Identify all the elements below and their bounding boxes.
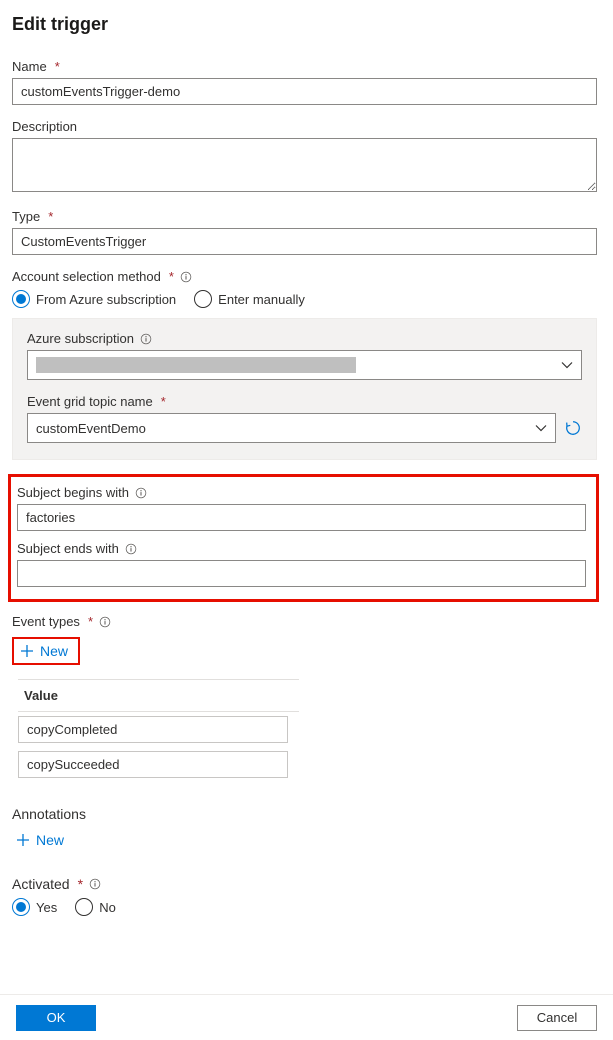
info-icon[interactable] [135,487,147,499]
activated-no-radio[interactable]: No [75,898,116,916]
event-grid-topic-value: customEventDemo [36,421,146,436]
name-input[interactable] [12,78,597,105]
info-icon[interactable] [140,333,152,345]
required-asterisk: * [78,876,83,892]
annotations-label: Annotations [12,806,597,822]
required-asterisk: * [48,209,53,224]
event-types-column-header: Value [18,680,299,712]
name-label: Name* [12,59,597,74]
plus-icon [20,644,34,658]
redacted-text [36,357,356,373]
azure-subscription-label: Azure subscription [27,331,582,346]
required-asterisk: * [161,394,166,409]
subject-begins-with-label: Subject begins with [17,485,586,500]
radio-label: Enter manually [218,292,305,307]
chevron-down-icon [535,422,547,434]
radio-label: Yes [36,900,57,915]
event-grid-topic-label: Event grid topic name* [27,394,582,409]
description-label: Description [12,119,597,134]
info-icon[interactable] [99,616,111,628]
radio-selected-icon [12,290,30,308]
add-annotation-button[interactable]: New [12,828,72,852]
radio-selected-icon [12,898,30,916]
required-asterisk: * [169,269,174,284]
type-input [12,228,597,255]
activated-label: Activated* [12,876,597,892]
subject-ends-with-label: Subject ends with [17,541,586,556]
azure-subscription-dropdown[interactable] [27,350,582,380]
subject-begins-with-input[interactable] [17,504,586,531]
event-types-table: Value [18,679,299,782]
chevron-down-icon [561,359,573,371]
required-asterisk: * [88,614,93,629]
refresh-icon[interactable] [564,419,582,437]
required-asterisk: * [55,59,60,74]
info-icon[interactable] [89,878,101,890]
info-icon[interactable] [180,271,192,283]
account-selection-from-subscription-radio[interactable]: From Azure subscription [12,290,176,308]
add-event-type-label: New [40,643,68,659]
info-icon[interactable] [125,543,137,555]
footer: OK Cancel [0,994,613,1040]
account-selection-method-label: Account selection method* [12,269,597,284]
radio-unselected-icon [194,290,212,308]
subject-filter-highlight: Subject begins with Subject ends with [8,474,599,602]
ok-button[interactable]: OK [16,1005,96,1031]
radio-unselected-icon [75,898,93,916]
subject-ends-with-input[interactable] [17,560,586,587]
add-annotation-label: New [36,832,64,848]
radio-label: From Azure subscription [36,292,176,307]
cancel-button[interactable]: Cancel [517,1005,597,1031]
radio-label: No [99,900,116,915]
activated-yes-radio[interactable]: Yes [12,898,57,916]
plus-icon [16,833,30,847]
event-types-label: Event types* [12,614,597,629]
add-event-type-button[interactable]: New [12,637,80,665]
type-label: Type* [12,209,597,224]
panel-title: Edit trigger [12,14,597,35]
event-grid-topic-dropdown[interactable]: customEventDemo [27,413,556,443]
account-selection-enter-manually-radio[interactable]: Enter manually [194,290,305,308]
event-type-value-input[interactable] [18,716,288,743]
event-type-row [18,747,299,782]
event-type-value-input[interactable] [18,751,288,778]
event-type-row [18,712,299,747]
description-textarea[interactable] [12,138,597,192]
